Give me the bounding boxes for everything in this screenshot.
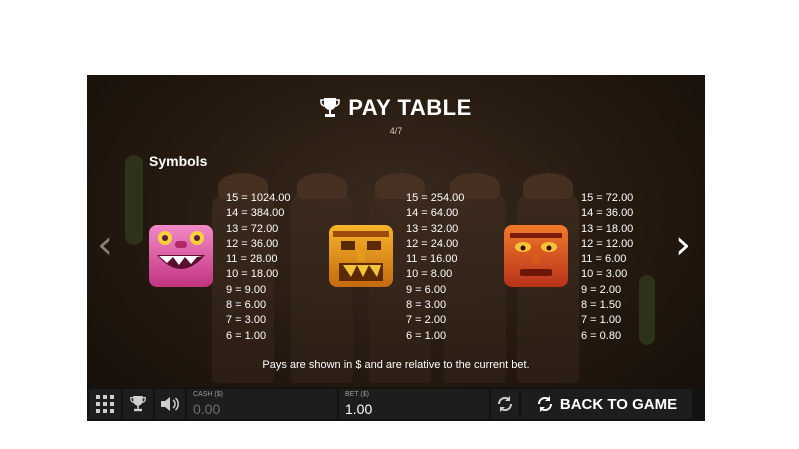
pay-row: 13 = 72.00: [226, 222, 279, 235]
pay-row: 6 = 1.00: [406, 329, 447, 342]
pay-row: 11 = 28.00: [226, 253, 278, 266]
background-cactus: [639, 275, 655, 345]
pay-row: 9 = 9.00: [226, 283, 267, 296]
pay-row: 15 = 72.00: [581, 192, 634, 204]
page-indicator: 4/7: [389, 126, 403, 136]
background-cactus: [125, 155, 143, 245]
pay-row: 10 = 18.00: [226, 268, 279, 281]
pay-row: 12 = 36.00: [226, 237, 279, 250]
pay-row: 9 = 6.00: [406, 283, 447, 296]
pays-note: Pays are shown in $ and are relative to …: [262, 359, 530, 371]
pay-row: 14 = 384.00: [226, 207, 285, 220]
gold-mask-symbol: [329, 225, 393, 287]
paytable-list-gold-mask: 15 = 254.00 14 = 64.00 13 = 32.00 12 = 2…: [406, 191, 464, 344]
bet-value: 1.00: [345, 401, 373, 417]
section-label: Symbols: [149, 153, 208, 169]
paytable-screen: PAY TABLE 4/7 Symbols ‹ › 15 = 1024.00 1…: [87, 75, 705, 421]
paytable-list-pink-monster: 15 = 1024.00 14 = 384.00 13 = 72.00 12 =…: [226, 191, 291, 344]
pay-row: 6 = 1.00: [226, 329, 267, 342]
paytable-button[interactable]: [123, 389, 153, 419]
bottom-bar: CASH ($) 0.00 BET ($) 1.00 BACK TO GAME: [87, 387, 705, 421]
previous-page-arrow[interactable]: ‹: [97, 225, 113, 265]
pay-row: 14 = 36.00: [581, 207, 634, 220]
menu-grid-button[interactable]: [89, 389, 121, 419]
speaker-icon: [161, 397, 179, 411]
pink-monster-symbol: [149, 225, 213, 287]
cash-value: 0.00: [193, 401, 221, 417]
pay-row: 8 = 6.00: [226, 299, 267, 312]
next-page-arrow[interactable]: ›: [675, 225, 691, 265]
pay-row: 7 = 1.00: [581, 314, 622, 327]
background-totem: [291, 173, 353, 383]
title-text: PAY TABLE: [348, 95, 472, 120]
pay-row: 10 = 8.00: [406, 268, 453, 281]
pay-row: 14 = 64.00: [406, 207, 459, 220]
cash-field: CASH ($) 0.00: [187, 389, 337, 419]
refresh-icon: [497, 396, 513, 412]
paytable-list-red-mask: 15 = 72.00 14 = 36.00 13 = 18.00 12 = 12…: [581, 191, 633, 344]
background-totem: [517, 173, 579, 383]
pay-row: 11 = 6.00: [581, 253, 627, 266]
back-to-game-button[interactable]: BACK TO GAME: [521, 389, 692, 419]
pay-row: 7 = 2.00: [406, 314, 447, 327]
pay-row: 12 = 12.00: [581, 237, 634, 250]
pay-row: 11 = 16.00: [406, 253, 458, 266]
pay-row: 15 = 254.00: [406, 192, 465, 204]
pay-row: 8 = 3.00: [406, 299, 447, 312]
pay-row: 7 = 3.00: [226, 314, 267, 327]
pay-row: 9 = 2.00: [581, 283, 622, 296]
pay-row: 15 = 1024.00: [226, 192, 291, 204]
sound-button[interactable]: [155, 389, 185, 419]
pay-row: 12 = 24.00: [406, 237, 459, 250]
grid-icon: [96, 395, 114, 413]
pay-row: 6 = 0.80: [581, 329, 622, 342]
back-to-game-label: BACK TO GAME: [559, 395, 678, 413]
trophy-icon: [320, 98, 341, 117]
autoplay-button[interactable]: [491, 389, 519, 419]
cash-label: CASH ($): [193, 391, 223, 398]
pay-row: 10 = 3.00: [581, 268, 628, 281]
trophy-icon: [130, 396, 146, 412]
bet-field[interactable]: BET ($) 1.00: [339, 389, 489, 419]
bet-label: BET ($): [345, 391, 369, 398]
pay-row: 13 = 18.00: [581, 222, 634, 235]
pay-row: 13 = 32.00: [406, 222, 459, 235]
red-mask-symbol: [504, 225, 568, 287]
pay-row: 8 = 1.50: [581, 299, 622, 312]
back-arrow-icon: [537, 396, 552, 412]
page-title: PAY TABLE: [320, 95, 472, 121]
